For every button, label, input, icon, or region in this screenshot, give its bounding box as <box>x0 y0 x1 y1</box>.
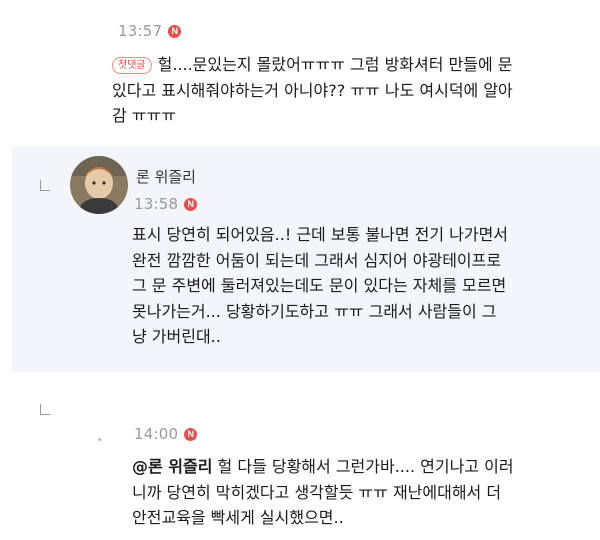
reply-line: 그 문 주변에 둘러져있는데도 문이 있다는 자체를 모르면 <box>132 276 507 295</box>
reply-header: 14:00 N <box>134 424 198 443</box>
reply-line: 완전 깜깜한 어둠이 되는데 그래서 심지어 야광테이프로 <box>132 250 502 270</box>
reply-line-1: @론 위즐리 헐 다들 당황해서 그런가바.... 연기나고 이러 <box>132 457 514 476</box>
comment-body: 첫댓글 헐....문있는지 몰랐어ㅠㅠㅠ 그럼 방화셔터 만들에 문 있다고 표시… <box>112 52 592 129</box>
first-comment-tag: 첫댓글 <box>112 57 152 74</box>
comment-line-2: 있다고 표시해줘야하는거 아니야?? ㅠㅠ 나도 여시덕에 알아 <box>112 80 513 100</box>
reply-line-2: 니까 당연히 막히겠다고 생각할듯 ㅠㅠ 재난에대해서 더 <box>132 482 502 502</box>
comment-time: 13:57 <box>118 22 163 40</box>
new-badge-icon: N <box>184 197 198 211</box>
mention-link[interactable]: @론 위즐리 <box>132 457 212 476</box>
reply: 14:00 N @론 위즐리 헐 다들 당황해서 그런가바.... 연기나고 이러… <box>0 380 600 540</box>
reply-line-3: 안전교육을 빡세게 실시했으면.. <box>132 508 344 527</box>
reply-line: 표시 당연히 되어있음..! 근데 보통 불나면 전기 나가면서 <box>132 225 509 244</box>
reply-arrow-icon <box>40 180 50 191</box>
reply-body: @론 위즐리 헐 다들 당황해서 그런가바.... 연기나고 이러 니까 당연히… <box>132 454 592 531</box>
comment: 13:57 N 첫댓글 헐....문있는지 몰랐어ㅠㅠㅠ 그럼 방화셔터 만들에 문… <box>0 0 600 140</box>
bullet-dot <box>98 438 101 441</box>
reply-header: 13:58 N <box>134 194 198 213</box>
reply-line: 못나가는거... 당황하기도하고 ㅠㅠ 그래서 사람들이 그 <box>132 301 497 321</box>
reply-time: 14:00 <box>134 425 179 443</box>
reply-body: 표시 당연히 되어있음..! 근데 보통 불나면 전기 나가면서 완전 깜깜한 … <box>132 222 592 350</box>
new-badge-icon: N <box>168 24 182 38</box>
avatar[interactable] <box>70 156 128 214</box>
reply-line: 냥 가버린대.. <box>132 327 221 346</box>
reply-highlighted: 론 위즐리 13:58 N 표시 당연히 되어있음..! 근데 보통 불나면 전기… <box>12 146 600 372</box>
reply-time: 13:58 <box>134 195 179 213</box>
avatar-photo-icon <box>70 156 128 214</box>
reply-nickname[interactable]: 론 위즐리 <box>136 166 196 187</box>
comment-line-1: 첫댓글 헐....문있는지 몰랐어ㅠㅠㅠ 그럼 방화셔터 만들에 문 <box>112 52 592 78</box>
reply-arrow-icon <box>40 404 50 415</box>
comment-line-3: 감 ㅠㅠㅠ <box>112 106 176 125</box>
new-badge-icon: N <box>184 427 198 441</box>
comment-header: 13:57 N <box>118 21 182 40</box>
